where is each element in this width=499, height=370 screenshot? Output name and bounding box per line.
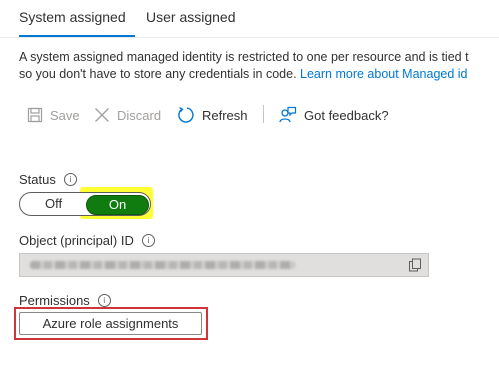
toggle-off-option[interactable]: Off	[45, 196, 62, 211]
azure-role-assignments-button[interactable]: Azure role assignments	[19, 312, 202, 335]
discard-x-icon	[95, 108, 109, 122]
discard-label: Discard	[117, 107, 162, 123]
learn-more-link[interactable]: Learn more about Managed id	[300, 67, 467, 81]
discard-button[interactable]: Discard	[94, 103, 161, 127]
tab-user-assigned[interactable]: User assigned	[146, 9, 236, 25]
object-id-label-row: Object (principal) ID i	[19, 233, 155, 248]
description-line-1: A system assigned managed identity is re…	[19, 50, 469, 64]
tab-system-assigned[interactable]: System assigned	[19, 9, 126, 25]
copy-icon[interactable]	[408, 258, 422, 272]
feedback-button[interactable]: Got feedback?	[279, 103, 389, 127]
redacted-object-id	[30, 261, 295, 269]
status-label-row: Status i	[19, 172, 77, 187]
save-label: Save	[50, 107, 80, 123]
info-icon[interactable]: i	[141, 234, 155, 247]
object-id-label: Object (principal) ID	[19, 233, 134, 248]
info-icon[interactable]: i	[63, 173, 77, 186]
status-toggle[interactable]: Off On	[19, 192, 151, 216]
permissions-label-row: Permissions i	[19, 293, 111, 308]
save-button[interactable]: Save	[27, 103, 80, 127]
description-text: so you don't have to store any credentia…	[19, 67, 301, 81]
status-label: Status	[19, 172, 56, 187]
feedback-person-icon	[279, 106, 297, 123]
description-line-2: so you don't have to store any credentia…	[19, 67, 468, 81]
toolbar-separator	[263, 105, 264, 123]
toggle-on-option[interactable]: On	[86, 195, 149, 215]
tab-divider	[0, 37, 499, 38]
feedback-label: Got feedback?	[304, 107, 389, 123]
refresh-icon	[178, 107, 194, 123]
permissions-label: Permissions	[19, 293, 90, 308]
refresh-label: Refresh	[202, 107, 248, 123]
info-icon[interactable]: i	[97, 294, 111, 307]
object-id-field[interactable]	[19, 253, 429, 277]
save-icon	[27, 107, 43, 123]
refresh-button[interactable]: Refresh	[177, 103, 248, 127]
